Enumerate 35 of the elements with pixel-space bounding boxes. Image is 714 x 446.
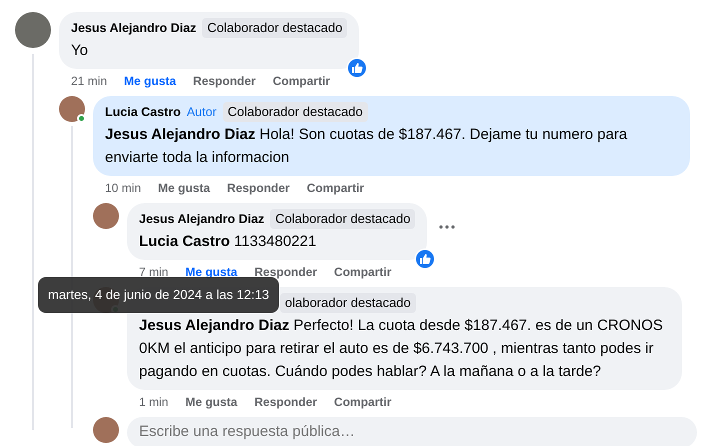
- author-name[interactable]: Jesus Alejandro Diaz: [139, 210, 264, 228]
- share-link[interactable]: Compartir: [334, 394, 392, 410]
- reply-link[interactable]: Responder: [254, 394, 318, 410]
- reply-link[interactable]: Responder: [254, 264, 318, 280]
- comment-text: Jesus Alejandro Diaz Hola! Son cuotas de $187.467. Dejame tu numero para enviarte toda la informacion: [105, 125, 628, 168]
- avatar: [93, 417, 119, 443]
- like-link[interactable]: Me gusta: [124, 73, 176, 89]
- share-link[interactable]: Compartir: [272, 73, 330, 89]
- like-link[interactable]: Me gusta: [185, 264, 238, 280]
- timestamp[interactable]: 10 min: [105, 180, 142, 196]
- comment-text: Yo: [71, 41, 89, 61]
- timestamp[interactable]: 21 min: [71, 73, 108, 89]
- contributor-badge: Colaborador destacado: [270, 209, 416, 229]
- author-name[interactable]: Jesus Alejandro Diaz: [71, 19, 196, 37]
- author-label: Autor: [186, 104, 217, 121]
- contributor-badge: olaborador destacado: [280, 293, 416, 313]
- reply-link[interactable]: Responder: [193, 73, 256, 89]
- author-name[interactable]: Lucia Castro: [105, 103, 181, 121]
- more-options-icon[interactable]: [439, 225, 456, 229]
- avatar[interactable]: [15, 12, 51, 48]
- timestamp[interactable]: 7 min: [139, 264, 168, 280]
- avatar[interactable]: [59, 96, 85, 122]
- contributor-badge: Colaborador destacado: [202, 18, 348, 38]
- share-link[interactable]: Compartir: [306, 180, 364, 196]
- avatar[interactable]: [93, 203, 119, 229]
- date-tooltip: martes, 4 de junio de 2024 a las 12:13: [38, 277, 280, 312]
- reply-link[interactable]: Responder: [227, 180, 290, 196]
- reply-field[interactable]: Escribe una respuesta pública…: [127, 417, 697, 446]
- timestamp[interactable]: 1 min: [139, 394, 168, 410]
- comment-text: Jesus Alejandro Diaz Perfecto! La cuota desde $187.467. es de un CRONOS 0KM el anticipo para retirar el auto es de $6.743.700 , mientras tanto podes ir pagando en cuotas. Cuándo podes hablar? A la mañana o a la tarde?: [139, 316, 664, 382]
- like-link[interactable]: Me gusta: [158, 180, 210, 196]
- comment-text: Lucia Castro 1133480221: [139, 232, 318, 252]
- share-link[interactable]: Compartir: [334, 264, 392, 280]
- like-link[interactable]: Me gusta: [185, 394, 238, 410]
- contributor-badge: Colaborador destacado: [222, 102, 368, 122]
